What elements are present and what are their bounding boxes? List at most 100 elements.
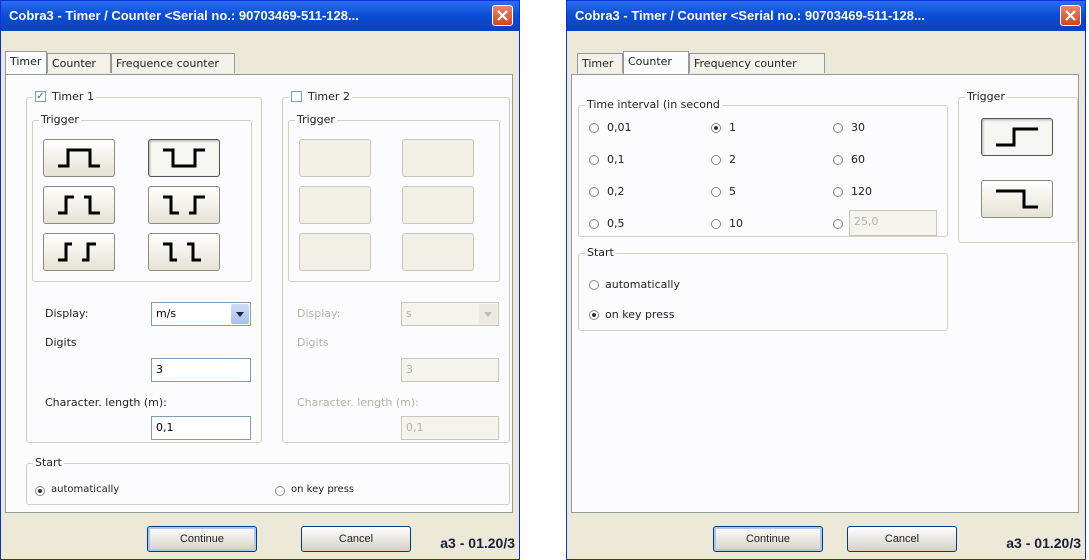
interval-custom-input[interactable]: 25,0 [849, 210, 937, 236]
timer2-trigger-button-3[interactable] [299, 186, 371, 224]
interval-label-10: 10 [729, 217, 743, 230]
interval-label-120: 120 [851, 185, 872, 198]
timer1-trigger-legend: Trigger [39, 113, 81, 126]
continue-button[interactable]: Continue [713, 526, 823, 552]
falling-rising-edge-icon [163, 195, 205, 215]
falling-falling-edge-icon [163, 242, 201, 262]
timer1-digits-label: Digits [45, 336, 77, 349]
interval-radio-1[interactable] [711, 123, 721, 133]
interval-label-0-01: 0,01 [607, 121, 632, 134]
pulse-high-icon [58, 148, 100, 168]
interval-radio-0-1[interactable] [589, 155, 599, 165]
timer2-trigger-button-1[interactable] [299, 139, 371, 177]
start-legend: Start [33, 456, 64, 469]
timer2-label: Timer 2 [308, 90, 350, 103]
interval-radio-custom[interactable] [833, 219, 843, 229]
counter-start-auto-label: automatically [605, 278, 680, 291]
timer1-group: ✓ Timer 1 Trigger Display: m/s Digits 3 … [26, 90, 262, 443]
timer2-trigger-button-6[interactable] [402, 233, 474, 271]
tab-frequence-counter[interactable]: Frequence counter [111, 53, 235, 73]
trigger-rising-pulse-button[interactable] [43, 139, 115, 177]
timer1-label: Timer 1 [52, 90, 94, 103]
timer2-trigger-button-4[interactable] [402, 186, 474, 224]
timer2-trigger-button-2[interactable] [402, 139, 474, 177]
tab-counter[interactable]: Counter [623, 51, 689, 74]
timer1-display-select[interactable]: m/s [151, 302, 251, 326]
interval-label-0-2: 0,2 [607, 185, 625, 198]
interval-label-0-5: 0,5 [607, 217, 625, 230]
counter-start-group: Start automatically on key press [578, 246, 948, 331]
start-group: Start automatically on key press [26, 456, 510, 505]
timer2-trigger-button-5[interactable] [299, 233, 371, 271]
trigger-falling-rising-button[interactable] [148, 186, 220, 224]
interval-radio-0-01[interactable] [589, 123, 599, 133]
timer2-display-select[interactable]: s [401, 302, 499, 326]
falling-edge-icon [996, 189, 1038, 209]
timer1-digits-input[interactable]: 3 [151, 358, 251, 382]
timer2-trigger-group: Trigger [288, 113, 500, 282]
timer2-char-length-input[interactable]: 0,1 [401, 416, 499, 440]
interval-label-60: 60 [851, 153, 865, 166]
interval-radio-30[interactable] [833, 123, 843, 133]
close-button[interactable] [492, 5, 513, 26]
interval-legend: Time interval (in second [585, 98, 722, 111]
interval-radio-2[interactable] [711, 155, 721, 165]
interval-label-30: 30 [851, 121, 865, 134]
interval-radio-0-2[interactable] [589, 187, 599, 197]
title-bar: Cobra3 - Timer / Counter <Serial no.: 90… [567, 1, 1085, 31]
dropdown-arrow-icon [479, 304, 497, 324]
interval-radio-60[interactable] [833, 155, 843, 165]
tab-frequency-counter[interactable]: Frequency counter [689, 53, 825, 73]
interval-radio-10[interactable] [711, 219, 721, 229]
close-button[interactable] [1060, 5, 1081, 26]
counter-start-legend: Start [585, 246, 616, 259]
tab-counter[interactable]: Counter [47, 53, 111, 73]
continue-button[interactable]: Continue [147, 526, 257, 552]
tab-timer[interactable]: Timer [577, 53, 623, 73]
cancel-button[interactable]: Cancel [847, 526, 957, 552]
version-label: a3 - 01.20/3 [1006, 535, 1081, 551]
close-icon [497, 10, 508, 21]
trigger-falling-falling-button[interactable] [148, 233, 220, 271]
start-keypress-radio[interactable] [275, 486, 285, 496]
title-bar: Cobra3 - Timer / Counter <Serial no.: 90… [1, 1, 519, 31]
interval-label-2: 2 [729, 153, 736, 166]
trigger-rising-falling-button[interactable] [43, 186, 115, 224]
timer-panel: ✓ Timer 1 Trigger Display: m/s Digits 3 … [5, 74, 513, 513]
start-auto-label: automatically [51, 484, 120, 495]
interval-radio-0-5[interactable] [589, 219, 599, 229]
timer1-checkbox[interactable]: ✓ [35, 91, 46, 102]
counter-start-keypress-radio[interactable] [589, 310, 599, 320]
counter-trigger-group: Trigger [958, 90, 1078, 243]
interval-label-5: 5 [729, 185, 736, 198]
timer-counter-window-counter: Cobra3 - Timer / Counter <Serial no.: 90… [566, 0, 1086, 560]
close-icon [1065, 10, 1076, 21]
timer2-checkbox[interactable] [291, 91, 302, 102]
timer2-trigger-legend: Trigger [295, 113, 337, 126]
interval-group: Time interval (in second 0,01 0,1 0,2 0,… [578, 98, 948, 237]
interval-radio-120[interactable] [833, 187, 843, 197]
counter-start-auto-radio[interactable] [589, 280, 599, 290]
timer1-display-label: Display: [45, 307, 89, 320]
trigger-falling-edge-button[interactable] [981, 180, 1053, 218]
timer2-group: Timer 2 Trigger Display: s Digits 3 Char… [282, 90, 510, 443]
counter-trigger-legend: Trigger [965, 90, 1007, 103]
timer2-legend: Timer 2 [289, 90, 352, 103]
trigger-rising-rising-button[interactable] [43, 233, 115, 271]
pulse-low-icon [163, 148, 205, 168]
interval-radio-5[interactable] [711, 187, 721, 197]
rising-falling-edge-icon [58, 195, 100, 215]
tab-timer[interactable]: Timer [5, 51, 47, 74]
rising-rising-edge-icon [58, 242, 96, 262]
timer2-digits-label: Digits [297, 336, 329, 349]
timer2-digits-input[interactable]: 3 [401, 358, 499, 382]
timer2-display-label: Display: [297, 307, 341, 320]
trigger-rising-edge-button[interactable] [981, 118, 1053, 156]
cancel-button[interactable]: Cancel [301, 526, 411, 552]
start-auto-radio[interactable] [35, 486, 45, 496]
window-title: Cobra3 - Timer / Counter <Serial no.: 90… [575, 8, 925, 23]
timer2-display-value: s [406, 307, 412, 320]
timer1-char-length-input[interactable]: 0,1 [151, 416, 251, 440]
timer1-legend: ✓ Timer 1 [33, 90, 96, 103]
trigger-falling-pulse-button[interactable] [148, 139, 220, 177]
